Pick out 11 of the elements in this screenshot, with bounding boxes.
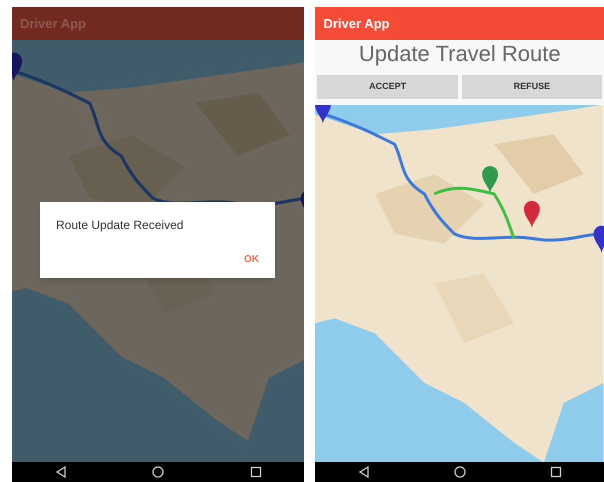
page-heading: Update Travel Route — [358, 40, 562, 67]
action-button[interactable]: REFUSE — [462, 75, 602, 99]
recents-icon[interactable] — [550, 466, 562, 478]
action-button[interactable]: ACCEPT — [317, 75, 458, 99]
home-icon[interactable] — [152, 466, 164, 478]
recents-icon[interactable] — [250, 466, 262, 478]
home-icon[interactable] — [454, 466, 466, 478]
back-icon[interactable] — [54, 466, 67, 478]
dialog-message: Route Update Received — [56, 217, 184, 234]
app-title: Driver App — [323, 14, 390, 33]
back-icon[interactable] — [358, 466, 370, 478]
